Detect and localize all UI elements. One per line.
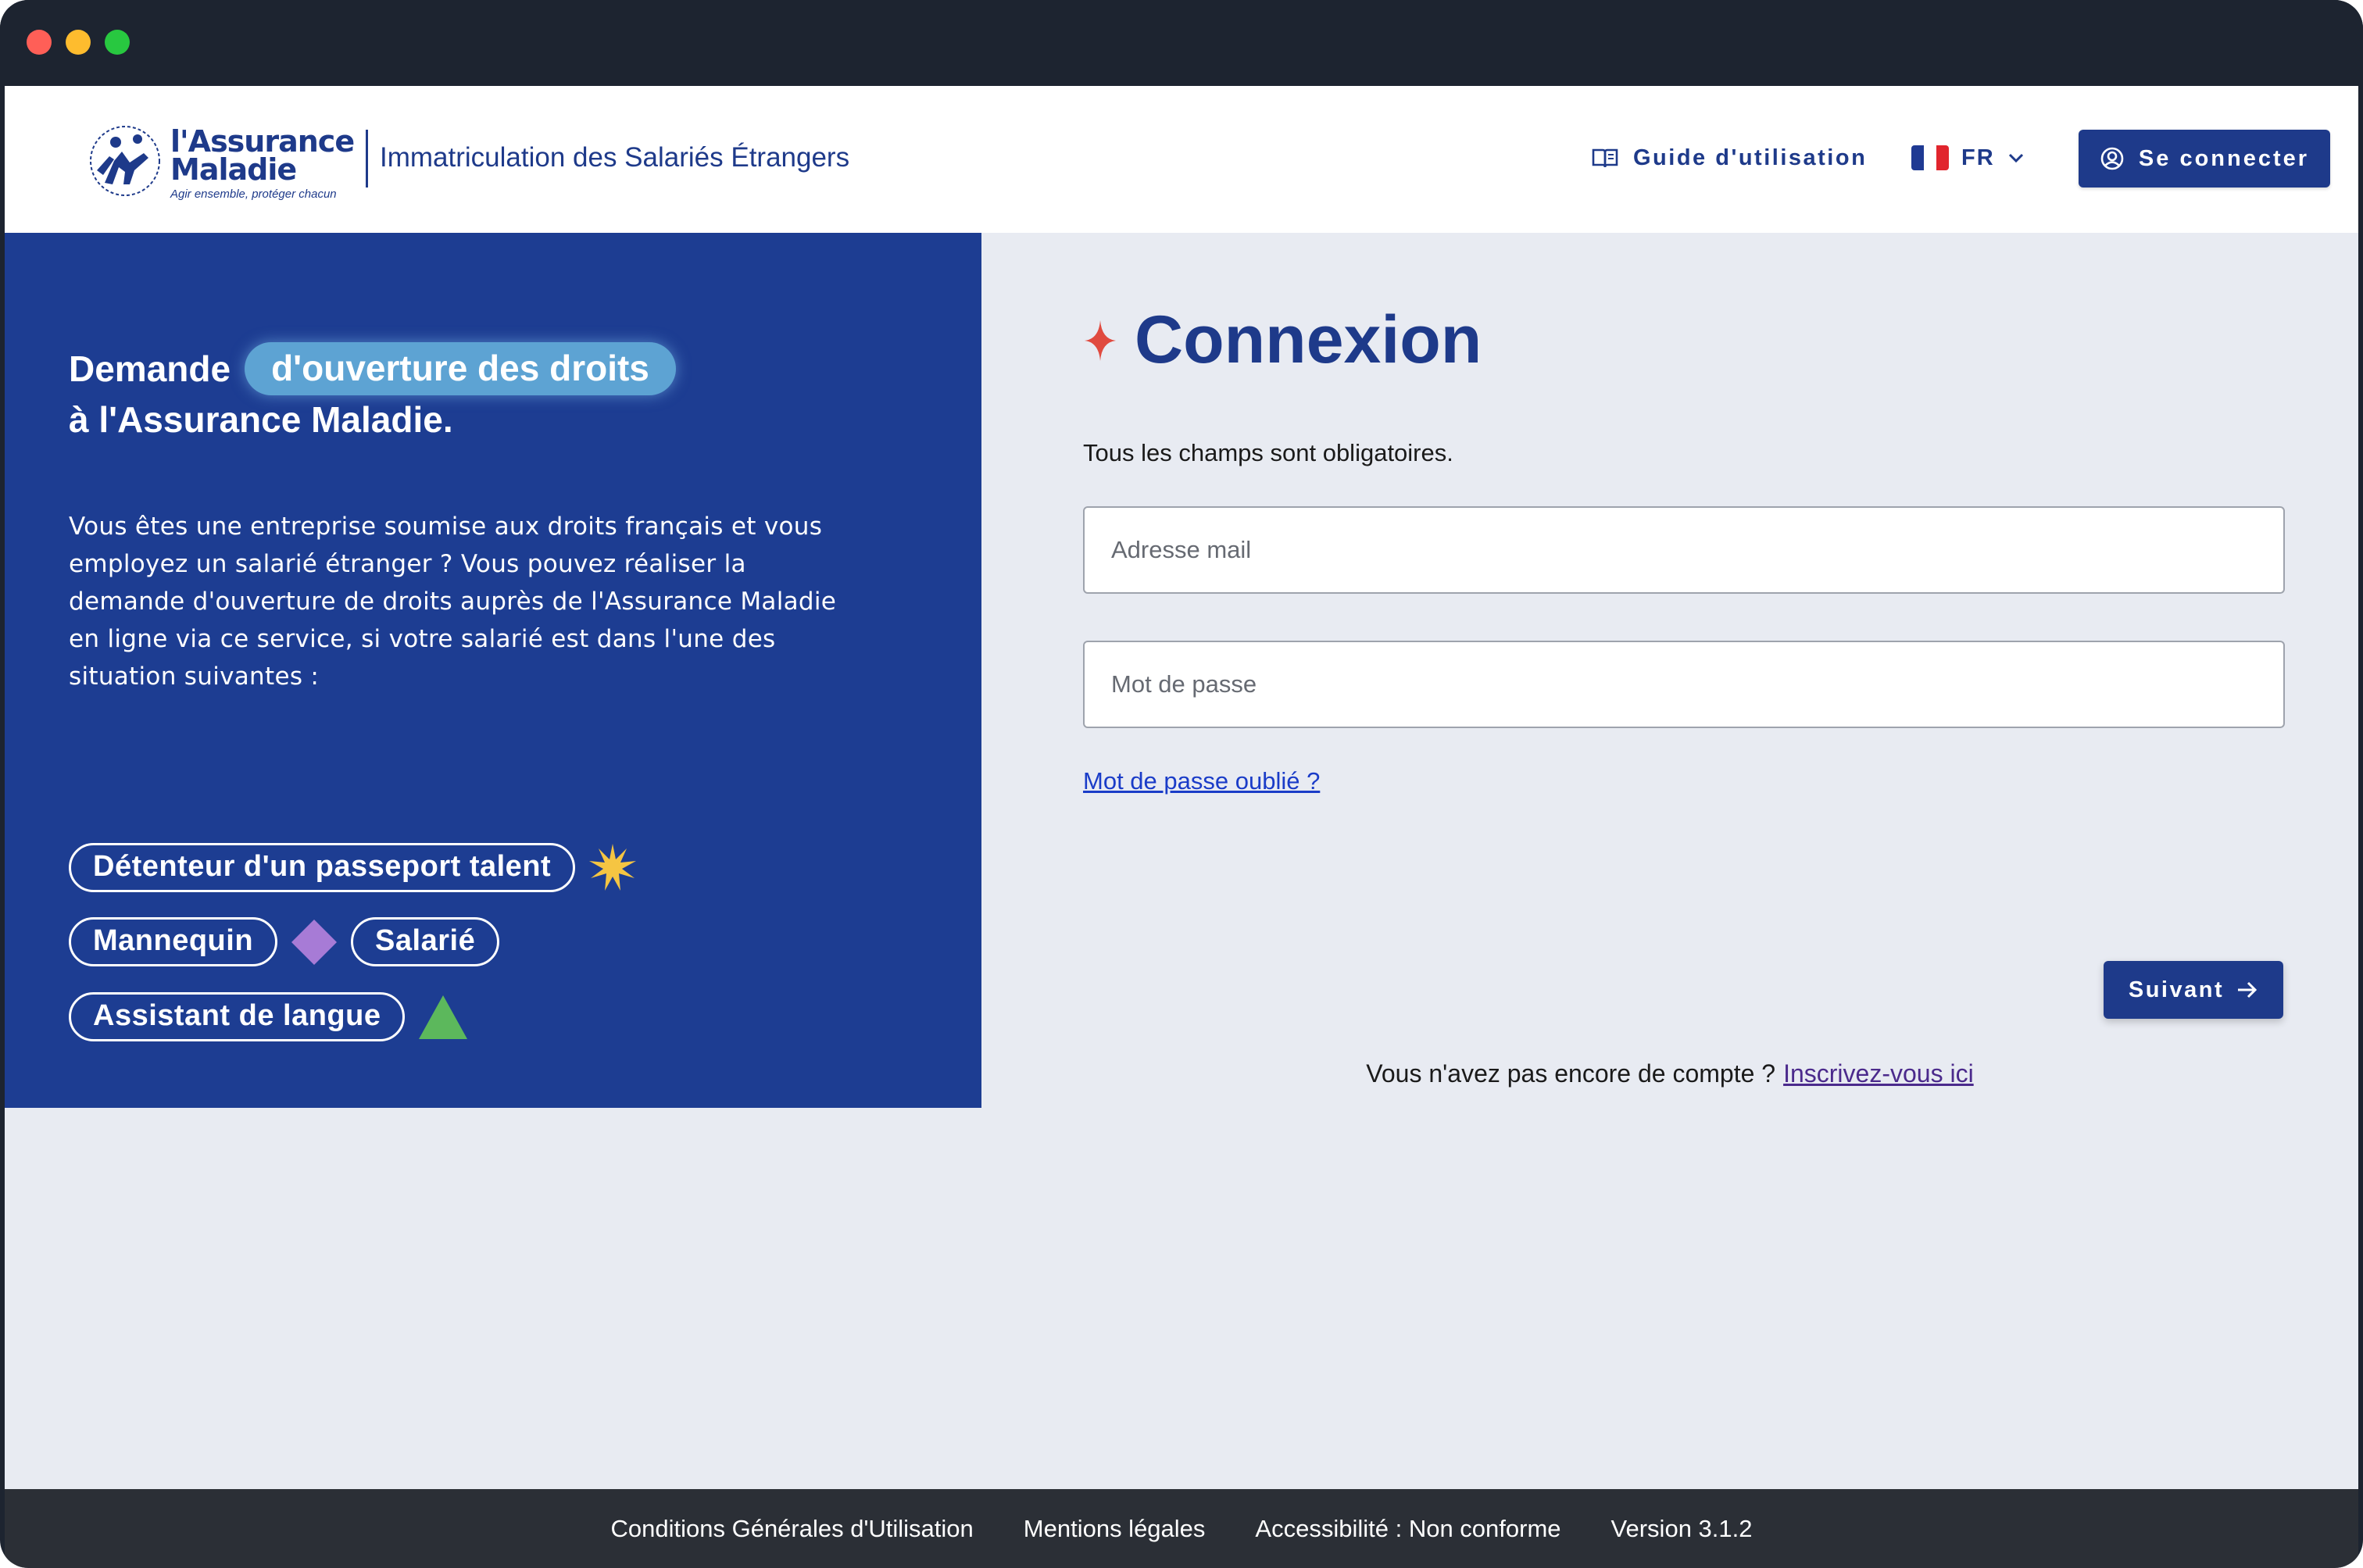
app-title: Immatriculation des Salariés Étrangers: [380, 142, 850, 173]
next-button[interactable]: Suivant: [2104, 961, 2283, 1019]
tag-assistant-langue: Assistant de langue: [69, 992, 406, 1041]
site-header: l'Assurance Maladie Agir ensemble, proté…: [5, 86, 2358, 233]
diamond-icon: [291, 919, 338, 965]
footer-version: Version 3.1.2: [1610, 1514, 1753, 1542]
email-input[interactable]: [1083, 506, 2285, 594]
user-circle-icon: [2100, 147, 2124, 170]
language-code: FR: [1961, 145, 1995, 170]
french-flag-icon: [1911, 145, 1949, 170]
forgot-password-link[interactable]: Mot de passe oublié ?: [1083, 767, 1320, 795]
signup-prompt: Vous n'avez pas encore de compte ?: [1366, 1059, 1776, 1088]
tag-row-1: Détenteur d'un passeport talent: [69, 842, 638, 892]
logo-text-line2: Maladie: [170, 152, 297, 187]
tag-mannequin: Mannequin: [69, 917, 278, 966]
required-fields-note: Tous les champs sont obligatoires.: [1083, 439, 1453, 466]
hero-title-prefix: Demande: [69, 348, 231, 389]
maximize-window-button[interactable]: [105, 30, 130, 55]
login-button-label: Se connecter: [2138, 145, 2310, 171]
tag-salarie: Salarié: [351, 917, 500, 966]
footer-link-accessibility[interactable]: Accessibilité : Non conforme: [1255, 1515, 1560, 1543]
book-icon: [1592, 148, 1618, 168]
page-viewport: l'Assurance Maladie Agir ensemble, proté…: [5, 86, 2358, 1568]
hero-title-line1: Demande d'ouverture des droits: [69, 342, 676, 395]
hero-title-line2: à l'Assurance Maladie.: [69, 399, 453, 440]
assurance-maladie-logo[interactable]: l'Assurance Maladie Agir ensemble, proté…: [86, 116, 355, 206]
window-titlebar: [0, 0, 2363, 84]
intro-panel: Demande d'ouverture des droits à l'Assur…: [5, 233, 981, 1108]
guide-link[interactable]: Guide d'utilisation: [1591, 138, 1867, 178]
language-selector[interactable]: FR: [1911, 138, 2025, 178]
tag-row-2: Mannequin Salarié: [69, 917, 500, 966]
star-burst-icon: [589, 844, 637, 891]
triangle-icon: [419, 995, 468, 1039]
minimize-window-button[interactable]: [66, 30, 91, 55]
signup-row: Vous n'avez pas encore de compte ? Inscr…: [981, 1059, 2358, 1088]
footer-link-cgu[interactable]: Conditions Générales d'Utilisation: [611, 1515, 974, 1543]
logo-tagline: Agir ensemble, protéger chacun: [170, 188, 337, 201]
next-button-label: Suivant: [2128, 977, 2225, 1002]
hero-title-highlight: d'ouverture des droits: [245, 342, 676, 395]
hero-description: Vous êtes une entreprise soumise aux dro…: [69, 513, 837, 691]
password-input[interactable]: [1083, 641, 2285, 728]
tag-row-3: Assistant de langue: [69, 992, 469, 1041]
signup-link[interactable]: Inscrivez-vous ici: [1783, 1059, 1974, 1088]
login-title-text: Connexion: [1135, 302, 1482, 377]
close-window-button[interactable]: [27, 30, 52, 55]
sparkle-icon: [1085, 320, 1116, 361]
site-footer: Conditions Générales d'Utilisation Menti…: [5, 1489, 2358, 1568]
login-button[interactable]: Se connecter: [2079, 130, 2330, 188]
header-divider: [366, 130, 368, 188]
login-panel: Connexion Tous les champs sont obligatoi…: [981, 233, 2358, 1108]
chevron-down-icon: [2008, 153, 2023, 163]
browser-window: l'Assurance Maladie Agir ensemble, proté…: [0, 0, 2363, 1568]
logo-figures-icon: [90, 126, 160, 196]
footer-link-mentions[interactable]: Mentions légales: [1024, 1515, 1206, 1543]
tag-passeport-talent: Détenteur d'un passeport talent: [69, 842, 576, 892]
guide-link-label: Guide d'utilisation: [1633, 145, 1868, 170]
login-title: Connexion: [1083, 302, 1482, 379]
arrow-right-icon: [2238, 981, 2258, 998]
